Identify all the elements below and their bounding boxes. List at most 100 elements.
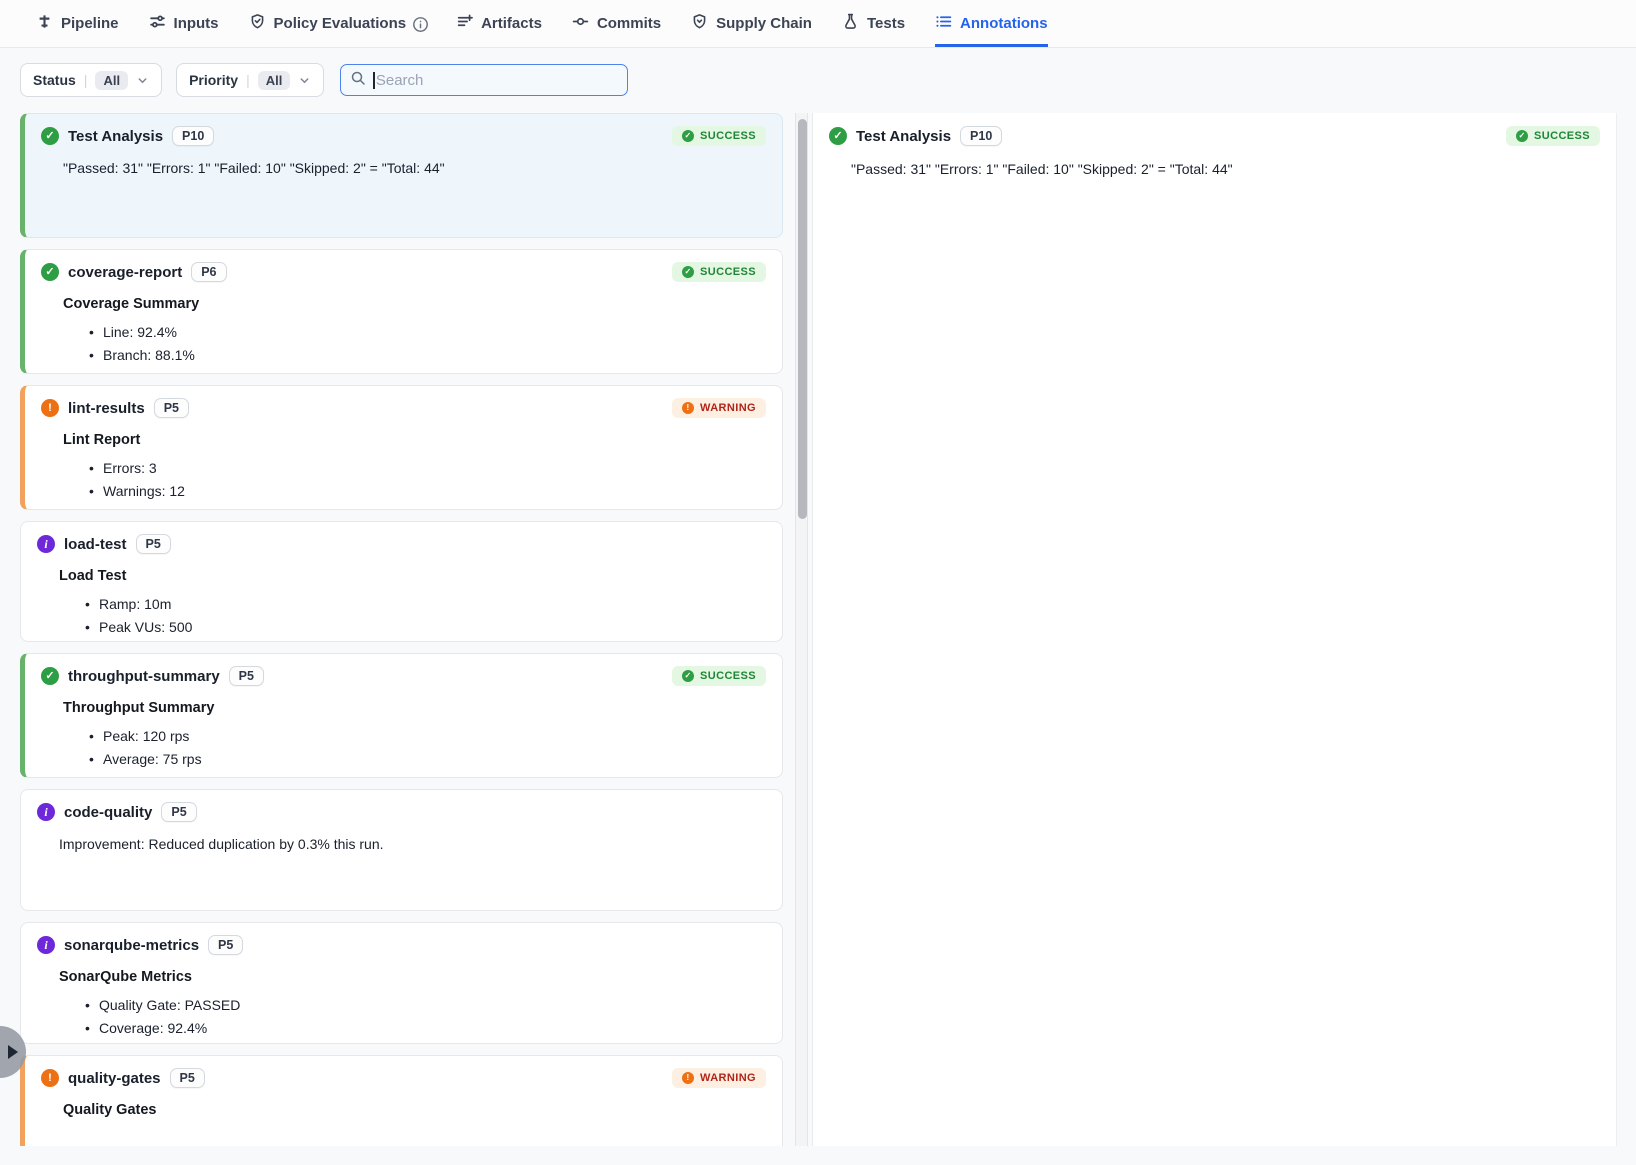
success-check-icon: ✓ (829, 127, 847, 145)
commit-icon (572, 13, 589, 34)
annotation-name: load-test (64, 536, 127, 553)
status-badge: ! WARNING (672, 398, 766, 418)
warning-icon: ! (682, 1072, 694, 1084)
tab-tests[interactable]: Tests (842, 0, 905, 47)
annotation-card-code-quality[interactable]: i code-quality P5 Improvement: Reduced d… (20, 789, 783, 911)
tab-inputs[interactable]: Inputs (149, 0, 219, 47)
priority-badge: P10 (172, 126, 214, 146)
success-check-icon: ✓ (41, 667, 59, 685)
tab-commits[interactable]: Commits (572, 0, 661, 47)
priority-badge: P5 (170, 1068, 205, 1088)
status-badge: ! WARNING (672, 1068, 766, 1088)
tab-label: Commits (597, 15, 661, 32)
annotation-bullet: Coverage: 92.4% (59, 1017, 766, 1040)
annotation-list: ✓ Test Analysis P10 ✓ SUCCESS "Passed: 3… (20, 113, 783, 1146)
tab-policy-evaluations[interactable]: Policy Evaluations (249, 0, 427, 47)
success-check-icon: ✓ (41, 127, 59, 145)
search-input[interactable] (375, 72, 619, 89)
annotation-card-load-test[interactable]: i load-test P5 Load Test Ramp: 10m Peak … (20, 521, 783, 642)
annotation-bullet: Ramp: 10m (59, 593, 766, 616)
annotation-card-quality-gates[interactable]: ! quality-gates P5 ! WARNING Quality Gat… (20, 1055, 783, 1146)
list-scrollbar-thumb[interactable] (798, 119, 807, 519)
info-icon: i (37, 803, 55, 821)
info-icon: i (37, 535, 55, 553)
success-check-icon: ✓ (1516, 130, 1528, 142)
annotation-name: quality-gates (68, 1070, 161, 1087)
annotation-body: Improvement: Reduced duplication by 0.3%… (59, 836, 766, 852)
tab-supply-chain[interactable]: Supply Chain (691, 0, 812, 47)
filter-bar: Status | All Priority | All (20, 63, 628, 97)
list-plus-icon (456, 13, 473, 34)
annotation-name: code-quality (64, 804, 152, 821)
annotation-heading: SonarQube Metrics (59, 969, 766, 985)
annotation-card-sonarqube-metrics[interactable]: i sonarqube-metrics P5 SonarQube Metrics… (20, 922, 783, 1044)
annotation-card-coverage-report[interactable]: ✓ coverage-report P6 ✓ SUCCESS Coverage … (20, 249, 783, 374)
annotation-detail-panel: ✓ Test Analysis P10 ✓ SUCCESS "Passed: 3… (812, 113, 1617, 1146)
status-filter-dropdown[interactable]: Status | All (20, 63, 162, 97)
annotation-heading: Lint Report (63, 432, 766, 448)
tab-pipeline[interactable]: Pipeline (36, 0, 119, 47)
list-scrollbar-track[interactable] (795, 113, 808, 1146)
tab-label: Artifacts (481, 15, 542, 32)
search-box[interactable] (340, 64, 628, 96)
tab-label: Pipeline (61, 15, 119, 32)
priority-badge: P5 (136, 534, 171, 554)
priority-filter-dropdown[interactable]: Priority | All (176, 63, 324, 97)
info-tooltip-icon[interactable] (412, 16, 426, 30)
status-badge: ✓ SUCCESS (1506, 126, 1600, 146)
annotation-name: Test Analysis (68, 128, 163, 145)
annotation-name: throughput-summary (68, 668, 220, 685)
tab-label: Annotations (960, 15, 1048, 32)
annotation-bullet: Quality Gate: PASSED (59, 994, 766, 1017)
flask-icon (842, 13, 859, 34)
tab-label: Supply Chain (716, 15, 812, 32)
info-icon: i (37, 936, 55, 954)
annotation-card-throughput-summary[interactable]: ✓ throughput-summary P5 ✓ SUCCESS Throug… (20, 653, 783, 778)
tab-artifacts[interactable]: Artifacts (456, 0, 542, 47)
sliders-icon (149, 13, 166, 34)
search-icon (350, 70, 366, 91)
priority-badge: P10 (960, 126, 1002, 146)
tab-label: Inputs (174, 15, 219, 32)
detail-title: Test Analysis (856, 128, 951, 145)
annotation-bullet: Average: 75 rps (63, 748, 766, 771)
annotation-name: coverage-report (68, 264, 182, 281)
annotation-heading: Load Test (59, 568, 766, 584)
warning-icon: ! (41, 399, 59, 417)
annotations-list-icon (935, 13, 952, 34)
annotation-bullet: Branch: 88.1% (63, 344, 766, 367)
divider: | (246, 72, 250, 88)
annotation-card-lint-results[interactable]: ! lint-results P5 ! WARNING Lint Report … (20, 385, 783, 510)
tab-annotations[interactable]: Annotations (935, 0, 1048, 47)
priority-badge: P5 (154, 398, 189, 418)
detail-body: "Passed: 31" "Errors: 1" "Failed: 10" "S… (851, 161, 1600, 177)
annotation-body: "Passed: 31" "Errors: 1" "Failed: 10" "S… (63, 160, 766, 176)
shield-icon (691, 13, 708, 34)
annotation-card-test-analysis[interactable]: ✓ Test Analysis P10 ✓ SUCCESS "Passed: 3… (20, 113, 783, 238)
priority-filter-value: All (258, 71, 291, 90)
chevron-down-icon (298, 74, 311, 87)
annotation-bullet: Warnings: 12 (63, 480, 766, 503)
warning-icon: ! (41, 1069, 59, 1087)
pipeline-tab-bar: Pipeline Inputs Policy Evaluations Artif… (0, 0, 1636, 48)
tab-label: Tests (867, 15, 905, 32)
success-check-icon: ✓ (682, 130, 694, 142)
success-check-icon: ✓ (41, 263, 59, 281)
priority-badge: P5 (229, 666, 264, 686)
status-badge: ✓ SUCCESS (672, 666, 766, 686)
status-filter-label: Status (33, 72, 76, 88)
warning-icon: ! (682, 402, 694, 414)
divider: | (84, 72, 88, 88)
status-badge: ✓ SUCCESS (672, 262, 766, 282)
chevron-down-icon (136, 74, 149, 87)
priority-filter-label: Priority (189, 72, 238, 88)
annotation-bullet: Peak: 120 rps (63, 725, 766, 748)
annotation-heading: Coverage Summary (63, 296, 766, 312)
annotation-bullet: Peak VUs: 500 (59, 616, 766, 639)
annotation-bullet: Line: 92.4% (63, 321, 766, 344)
shield-check-icon (249, 13, 266, 34)
annotation-heading: Quality Gates (63, 1102, 766, 1118)
annotation-name: lint-results (68, 400, 145, 417)
status-filter-value: All (95, 71, 128, 90)
annotation-bullet: Errors: 3 (63, 457, 766, 480)
